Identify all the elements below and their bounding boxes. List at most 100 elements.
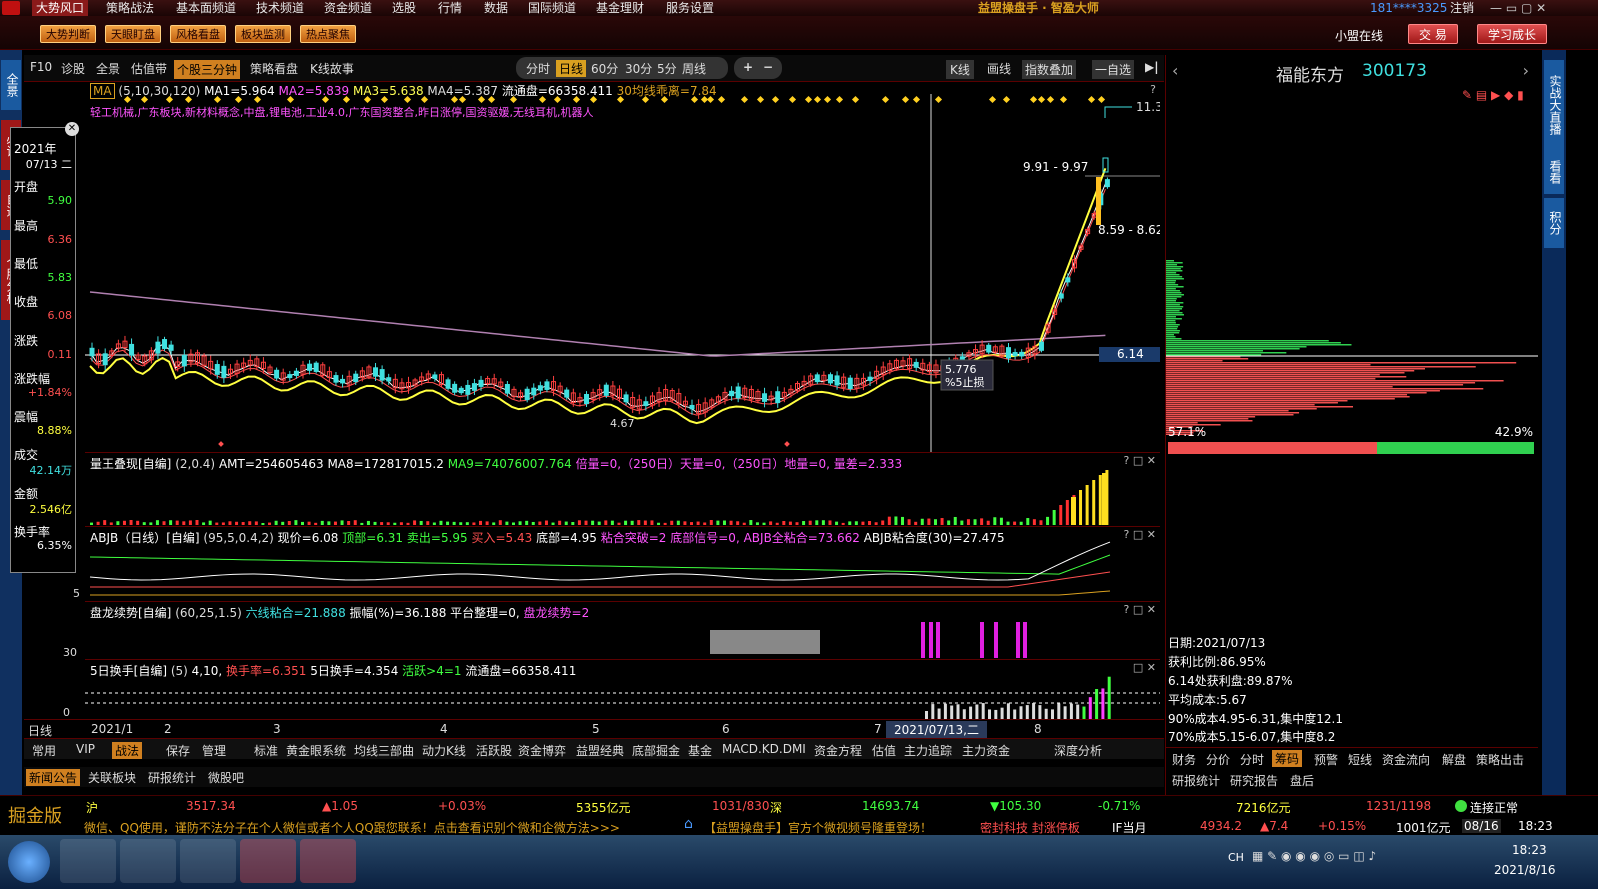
btn-sky-eye[interactable]: 天眼盯盘 (105, 25, 161, 43)
candle (623, 391, 629, 406)
explorer-icon[interactable] (60, 839, 116, 883)
candle (452, 381, 458, 396)
abjb-panel[interactable]: ABJB（日线）[自编] (95,5,0.4,2) 现价=6.08 顶部=6.3… (73, 526, 1160, 602)
tab-research[interactable]: 研报统计 (148, 769, 196, 786)
menu-item-fundamental[interactable]: 基本面频道 (176, 0, 236, 16)
btn-style[interactable]: 风格看盘 (170, 25, 226, 43)
yimeng-icon[interactable] (240, 839, 296, 883)
tab-valuation[interactable]: 估值带 (131, 60, 167, 77)
period-daily[interactable]: 日线 (556, 60, 587, 77)
turnover-panel[interactable]: 5日换手[自编] (5) 4,10, 换手率=6.351 5日换手=4.354 … (63, 659, 1160, 720)
tab-strategy[interactable]: 策略看盘 (250, 60, 298, 77)
tab-panorama[interactable]: 全景 (96, 60, 120, 77)
online-service[interactable]: 小盟在线 (1335, 27, 1383, 44)
period-weekly[interactable]: 周线 (682, 60, 706, 77)
stock-name: 福能东方 (1276, 66, 1344, 86)
period-minute[interactable]: 分时 (526, 60, 550, 77)
zoom-in-button[interactable]: + (743, 60, 753, 74)
menu-item-select[interactable]: 选股 (392, 0, 416, 16)
yimeng-icon-2[interactable] (300, 839, 356, 883)
rightbar-live[interactable]: 实战大直播 (1544, 60, 1564, 150)
candle (768, 390, 774, 406)
connection-status[interactable]: 连接正常 (1470, 799, 1518, 816)
tab-zhanfa[interactable]: 战法 (112, 742, 143, 759)
menu-item-data[interactable]: 数据 (484, 0, 508, 16)
zoom-out-button[interactable]: − (763, 60, 773, 74)
ie-icon[interactable] (180, 839, 236, 883)
candle (696, 399, 702, 419)
panlong-chart[interactable] (85, 602, 1160, 660)
period-30[interactable]: 30分 (625, 60, 652, 77)
panlong-panel[interactable]: 盘龙续势[自编] (60,25,1.5) 六线粘合=21.888 振幅(%)=3… (63, 601, 1160, 660)
app-icon[interactable] (120, 839, 176, 883)
chip-distribution[interactable] (1166, 255, 1538, 435)
period-5[interactable]: 5分 (657, 60, 677, 77)
candle (900, 356, 906, 371)
volume-panel[interactable]: 量王叠现[自编] (2,0.4) AMT=254605463 MA8=17281… (85, 452, 1160, 526)
lang-indicator[interactable]: CH (1228, 851, 1244, 864)
close-icon[interactable]: ✕ (65, 122, 79, 136)
menu-item-quote[interactable]: 行情 (438, 0, 462, 16)
index-overlay[interactable]: 指数叠加 (1022, 60, 1077, 79)
period-60[interactable]: 60分 (591, 60, 618, 77)
window-controls[interactable]: — ▭ ▢ ✕ (1490, 0, 1546, 16)
candle (755, 388, 761, 404)
tab-f10[interactable]: F10 (30, 60, 52, 74)
range2-label: 8.59 - 8.62 (1098, 223, 1160, 237)
start-button-icon[interactable] (8, 841, 50, 883)
candle (287, 370, 293, 382)
menu-item-finance[interactable]: 基金理财 (596, 0, 644, 16)
candle (874, 365, 880, 385)
tray-icons[interactable]: ▦ ✎ ◉ ◉ ◉ ◎ ▭ ◫ ♪ (1252, 849, 1376, 863)
volume-chart[interactable] (85, 453, 1160, 527)
watchlist-dropdown[interactable]: 一自选 (1092, 60, 1135, 79)
rightbar-points[interactable]: 积分 (1544, 198, 1564, 248)
menu-item-intl[interactable]: 国际频道 (528, 0, 576, 16)
abjb-chart[interactable] (85, 527, 1160, 602)
tab-vip[interactable]: VIP (76, 742, 95, 756)
next-stock-icon[interactable]: › (1523, 61, 1529, 80)
main-kline-panel[interactable]: MA (5,10,30,120) MA1=5.964 MA2=5.839 MA3… (85, 82, 1160, 452)
prev-stock-icon[interactable]: ‹ (1172, 61, 1178, 80)
leftbar-panorama[interactable]: 全景 (1, 60, 21, 110)
tab-diagnose[interactable]: 诊股 (61, 60, 85, 77)
candle (168, 340, 174, 355)
turnover-chart[interactable] (85, 660, 1160, 720)
candle (880, 361, 886, 381)
btn-hot[interactable]: 热点聚焦 (300, 25, 356, 43)
home-icon[interactable]: ⌂ (684, 816, 693, 832)
tab-related-sector[interactable]: 关联板块 (88, 769, 136, 786)
status-bar: 掘金版 沪 3517.34 ▲1.05 +0.03% 5355亿元 1031/8… (0, 795, 1598, 835)
trade-button[interactable]: 交 易 (1408, 24, 1458, 44)
xaxis-period[interactable]: 日线 (28, 722, 52, 739)
collapse-icon[interactable]: ▶| (1145, 60, 1159, 74)
menu-item-trend[interactable]: 大势风口 (32, 0, 89, 16)
candle (821, 371, 827, 385)
draw-line[interactable]: 画线 (987, 60, 1011, 77)
kline-dropdown[interactable]: K线 (946, 60, 974, 79)
tab-3min[interactable]: 个股三分钟 (174, 60, 241, 79)
tab-kstory[interactable]: K线故事 (310, 60, 354, 77)
tab-common[interactable]: 常用 (32, 742, 56, 759)
menu-item-tech[interactable]: 技术频道 (256, 0, 304, 16)
tab-manage[interactable]: 管理 (202, 742, 226, 759)
turnover-axis: 0 (63, 706, 70, 719)
kline-chart[interactable]: 11.38 9.91 - 9.97 8.59 - 8.62 4.67 6.14 … (85, 82, 1160, 452)
tab-save[interactable]: 保存 (166, 742, 190, 759)
btn-sector[interactable]: 板块监测 (235, 25, 291, 43)
tab-deep-analysis[interactable]: 深度分析 (1054, 742, 1102, 759)
menu-item-fund[interactable]: 资金频道 (324, 0, 372, 16)
chip-tool-icons[interactable]: ✎ ▤ ▶ ◆ ▮ (1462, 88, 1532, 102)
candle (1038, 340, 1044, 353)
menu-item-settings[interactable]: 服务设置 (666, 0, 714, 16)
candle (999, 343, 1005, 359)
logout-link[interactable]: 注销 (1450, 0, 1474, 16)
right-side-bar: 实战大直播 看看 积分 (1542, 50, 1566, 795)
learn-button[interactable]: 学习成长 (1477, 24, 1548, 44)
news-ticker[interactable]: 微信、QQ使用，谨防不法分子在个人微信或者个人QQ跟您联系！点击查看识别个微和企… (84, 819, 620, 836)
menu-item-strategy[interactable]: 策略战法 (106, 0, 154, 16)
rightbar-look[interactable]: 看看 (1544, 150, 1564, 194)
tab-microbar[interactable]: 微股吧 (208, 769, 244, 786)
tab-news[interactable]: 新闻公告 (26, 769, 81, 786)
btn-trend-judge[interactable]: 大势判断 (40, 25, 96, 43)
